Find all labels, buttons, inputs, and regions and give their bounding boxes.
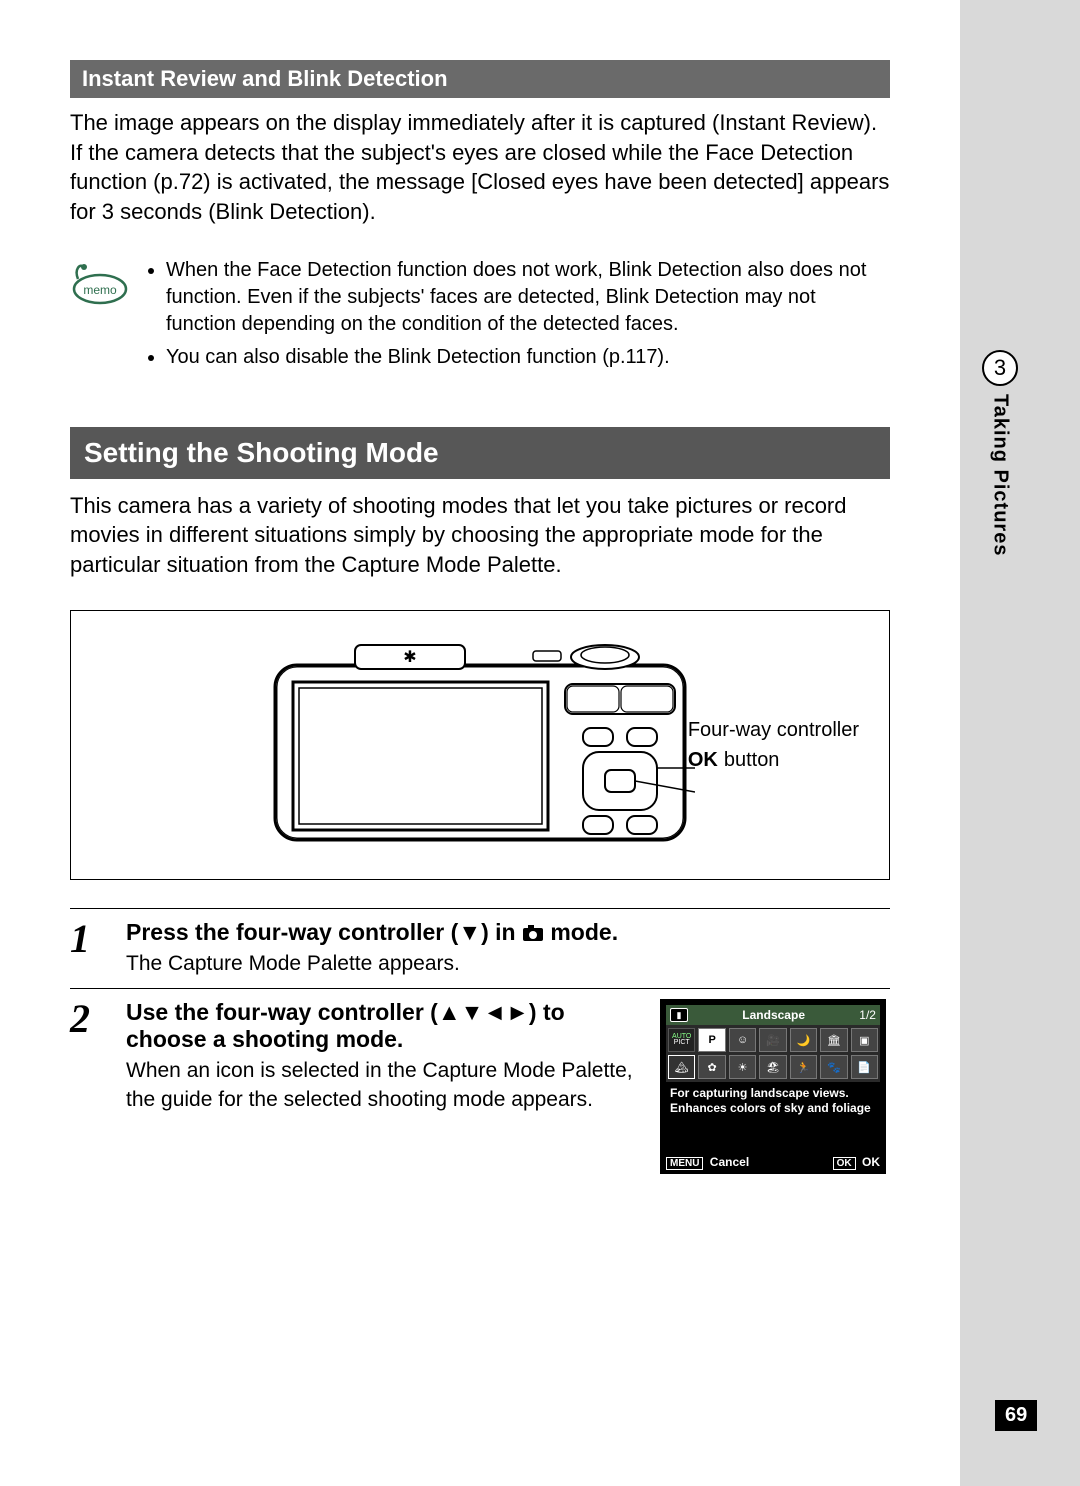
mode-landscape-selected: 🏔 xyxy=(668,1055,695,1079)
lcd-screenshot: ▮ Landscape 1/2 AUTO PICT P ☺ 🎥 🌙 🏛 ▣ 🏔 xyxy=(660,999,886,1174)
manual-page: Instant Review and Blink Detection The i… xyxy=(0,0,960,1486)
cancel-label: Cancel xyxy=(710,1155,749,1169)
memo-icon: memo xyxy=(70,257,130,377)
camera-diagram: ✱ Four- xyxy=(70,610,890,880)
step-title: Press the four-way controller (▼) in mod… xyxy=(126,919,890,946)
lcd-bottom-bar: MENU Cancel OK OK xyxy=(666,1155,880,1169)
mode-flower: ✿ xyxy=(698,1055,725,1079)
section-body: The image appears on the display immedia… xyxy=(70,108,890,227)
callout-ok: OK button xyxy=(688,745,859,775)
section-intro: This camera has a variety of shooting mo… xyxy=(70,491,890,580)
memo-item: When the Face Detection function does no… xyxy=(166,257,890,338)
down-arrow-icon: ▼ xyxy=(458,919,481,945)
memo-item: You can also disable the Blink Detection… xyxy=(166,344,890,371)
mode-pet: 🐾 xyxy=(820,1055,847,1079)
svg-text:memo: memo xyxy=(83,283,117,297)
mode-auto-pict: AUTO PICT xyxy=(668,1028,695,1052)
ok-label: OK xyxy=(862,1155,880,1169)
step-title: Use the four-way controller (▲▼◄►) to ch… xyxy=(126,999,640,1053)
step-description: When an icon is selected in the Capture … xyxy=(126,1057,640,1114)
page-number: 69 xyxy=(995,1400,1037,1431)
memo-block: memo When the Face Detection function do… xyxy=(70,257,890,377)
side-tab: 3 Taking Pictures 69 xyxy=(960,0,1080,1486)
camera-mode-icon xyxy=(522,924,544,942)
four-arrows-icon: ▲▼◄► xyxy=(438,999,529,1025)
diagram-callouts: Four-way controller OK button xyxy=(688,715,859,775)
mode-portrait: ☺ xyxy=(729,1028,756,1052)
camera-back-illustration: ✱ xyxy=(265,640,695,850)
chapter-number-badge: 3 xyxy=(982,350,1018,386)
mode-doc: 📄 xyxy=(851,1055,878,1079)
mode-sun: ☀ xyxy=(729,1055,756,1079)
lcd-titlebar: ▮ Landscape 1/2 xyxy=(666,1005,880,1025)
chapter-title: Taking Pictures xyxy=(989,394,1012,556)
lcd-mode-description: For capturing landscape views. Enhances … xyxy=(666,1082,880,1118)
main-heading: Setting the Shooting Mode xyxy=(70,427,890,479)
subsection-heading: Instant Review and Blink Detection xyxy=(70,60,890,98)
step-number: 2 xyxy=(70,999,106,1174)
lcd-mode-grid: AUTO PICT P ☺ 🎥 🌙 🏛 ▣ 🏔 ✿ ☀ 🏖 🏃 🐾 📄 xyxy=(666,1025,880,1082)
mode-frame: ▣ xyxy=(851,1028,878,1052)
mode-sport: 🏃 xyxy=(790,1055,817,1079)
mode-night: 🌙 xyxy=(790,1028,817,1052)
memo-list: When the Face Detection function does no… xyxy=(148,257,890,377)
step-1: 1 Press the four-way controller (▼) in m… xyxy=(70,908,890,978)
step-2: 2 Use the four-way controller (▲▼◄►) to … xyxy=(70,988,890,1174)
mode-beach: 🏖 xyxy=(759,1055,786,1079)
lcd-mode-title: Landscape xyxy=(742,1008,805,1022)
mode-movie: 🎥 xyxy=(759,1028,786,1052)
callout-fourway: Four-way controller xyxy=(688,715,859,745)
camera-icon: ▮ xyxy=(670,1008,688,1022)
step-description: The Capture Mode Palette appears. xyxy=(126,950,890,978)
svg-text:✱: ✱ xyxy=(403,649,416,666)
mode-program: P xyxy=(698,1028,725,1052)
mode-building: 🏛 xyxy=(820,1028,847,1052)
step-number: 1 xyxy=(70,919,106,978)
lcd-page-indicator: 1/2 xyxy=(859,1008,876,1022)
ok-button-label: OK xyxy=(833,1157,856,1170)
menu-button-label: MENU xyxy=(666,1157,703,1170)
